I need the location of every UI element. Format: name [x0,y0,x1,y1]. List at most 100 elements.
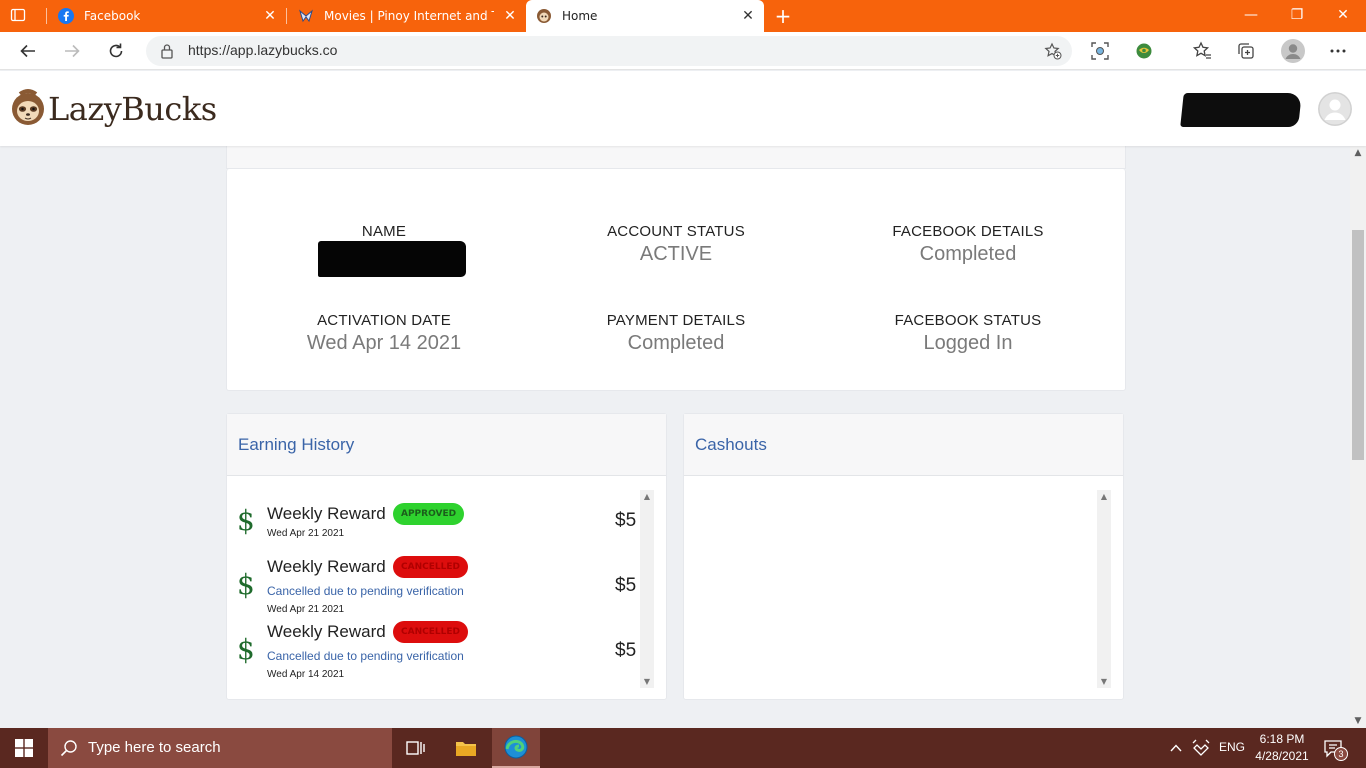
new-tab-icon[interactable]: + [772,5,794,27]
facebook-icon [58,8,74,24]
address-bar[interactable]: https://app.lazybucks.co [146,36,1072,66]
cashouts-scrollbar[interactable]: ▲ ▼ [1097,490,1111,688]
tab-close-icon[interactable]: ✕ [740,8,756,24]
minimize-icon[interactable]: — [1228,0,1274,32]
clock-date[interactable]: 4/28/2021 [1253,749,1311,763]
earning-amount: $5 [615,575,637,596]
search-icon [60,739,78,761]
page-scrollbar[interactable]: ▲ ▼ [1350,146,1366,728]
notification-count-badge: 3 [1334,747,1348,761]
brand-logo[interactable]: LazyBucks [10,87,217,131]
file-explorer-icon[interactable] [442,728,490,768]
lazybucks-icon [536,8,552,24]
tab-pinoy-tech[interactable]: Movies | Pinoy Internet and Tech ✕ [288,0,526,32]
field-label: ACCOUNT STATUS [607,223,745,240]
url-text[interactable]: https://app.lazybucks.co [188,42,337,58]
field-activation-date: ACTIVATION DATE Wed Apr 14 2021 [284,312,484,355]
earning-amount: $5 [615,510,637,531]
profile-icon[interactable] [1280,38,1306,64]
panel-header: Cashouts [684,414,1123,476]
earning-date: Wed Apr 21 2021 [267,528,345,539]
brand-name: LazyBucks [48,90,217,128]
field-account-status: ACCOUNT STATUS ACTIVE [576,223,776,266]
earning-note: Cancelled due to pending verification [267,584,464,598]
user-avatar[interactable] [1318,92,1352,126]
tab-title: Home [562,9,598,23]
field-label: FACEBOOK DETAILS [892,223,1044,240]
account-info-card: NAME ACCOUNT STATUS ACTIVE FACEBOOK DETA… [226,169,1126,391]
refresh-icon[interactable] [102,38,130,64]
field-value: Wed Apr 14 2021 [306,332,462,354]
card-header-strip [226,146,1126,169]
tab-actions-icon[interactable] [10,7,28,25]
status-badge: CANCELLED [393,556,468,578]
dollar-icon: $ [237,568,255,601]
pinoy-tech-icon [298,8,314,24]
taskbar-search[interactable]: Type here to search [48,728,392,768]
add-favorite-icon[interactable] [1044,42,1062,64]
task-view-icon[interactable] [392,728,440,768]
earning-amount: $5 [615,640,637,661]
lock-icon[interactable] [160,43,174,63]
scroll-down-icon[interactable]: ▼ [642,677,652,686]
tab-title: Facebook [84,9,141,23]
tab-close-icon[interactable]: ✕ [502,8,518,24]
windows-start-icon[interactable] [0,728,48,768]
more-options-icon[interactable] [1327,40,1349,62]
dollar-icon: $ [237,504,255,537]
tab-close-icon[interactable]: ✕ [262,8,278,24]
network-icon[interactable] [1191,738,1211,762]
windows-taskbar: Type here to search ENG 6:18 PM 4/28/202… [0,728,1366,768]
tab-separator [46,8,47,24]
cashouts-panel: Cashouts ▲ ▼ [683,413,1124,700]
dollar-icon: $ [237,633,255,666]
scroll-down-icon[interactable]: ▼ [1353,716,1363,726]
field-label: NAME [361,223,407,240]
status-badge: CANCELLED [393,621,468,643]
field-name: NAME [284,223,484,240]
scroll-thumb[interactable] [1352,230,1364,460]
screenshot-icon[interactable] [1089,40,1111,62]
window-close-icon[interactable]: ✕ [1320,0,1366,32]
favorites-icon[interactable] [1191,40,1213,62]
tab-facebook[interactable]: Facebook ✕ [48,0,286,32]
panel-header: Earning History [227,414,666,476]
earning-history-scrollbar[interactable]: ▲ ▼ [640,490,654,688]
extension-icon[interactable] [1133,40,1155,62]
tab-title: Movies | Pinoy Internet and Tech [324,9,494,23]
sloth-logo-icon [10,87,46,131]
forward-icon[interactable] [58,38,86,64]
clock-time[interactable]: 6:18 PM [1258,732,1306,746]
language-indicator[interactable]: ENG [1219,740,1245,754]
field-payment-details: PAYMENT DETAILS Completed [576,312,776,355]
field-label: ACTIVATION DATE [317,312,451,329]
scroll-up-icon[interactable]: ▲ [1099,492,1109,501]
field-value: Logged In [923,332,1013,354]
redacted-username [1180,93,1302,127]
scroll-down-icon[interactable]: ▼ [1099,677,1109,686]
scroll-up-icon[interactable]: ▲ [1353,148,1363,158]
field-label: FACEBOOK STATUS [894,312,1042,329]
show-hidden-icons-icon[interactable] [1169,740,1183,759]
tab-home[interactable]: Home ✕ [526,0,764,32]
earning-title: Weekly Reward [267,504,386,523]
status-badge: APPROVED [393,503,465,525]
site-header: LazyBucks [0,71,1366,146]
field-value: ACTIVE [639,243,713,265]
browser-tab-bar: Facebook ✕ Movies | Pinoy Internet and T… [0,0,1366,32]
tab-separator [286,8,287,24]
restore-icon[interactable]: ❐ [1274,0,1320,32]
redacted-name-value [318,241,466,277]
scroll-up-icon[interactable]: ▲ [642,492,652,501]
collections-icon[interactable] [1235,40,1257,62]
search-placeholder: Type here to search [88,739,221,756]
earning-title: Weekly Reward [267,557,386,576]
earning-title: Weekly Reward [267,622,386,641]
edge-browser-icon[interactable] [492,728,540,768]
field-label: PAYMENT DETAILS [606,312,746,329]
address-bar-row: https://app.lazybucks.co [0,32,1366,70]
panel-title: Cashouts [695,435,767,454]
earning-note: Cancelled due to pending verification [267,649,464,663]
back-icon[interactable] [14,38,42,64]
field-facebook-details: FACEBOOK DETAILS Completed [868,223,1068,266]
